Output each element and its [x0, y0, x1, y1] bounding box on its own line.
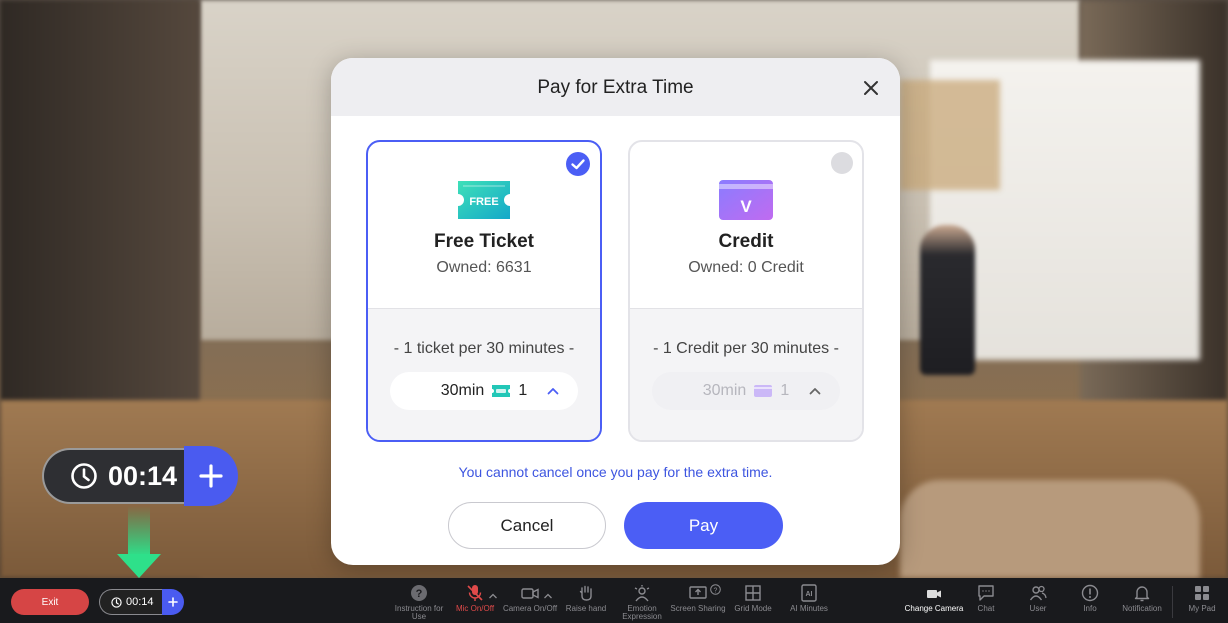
- avatar-figure: [920, 225, 975, 375]
- radio-unchecked[interactable]: [831, 152, 853, 174]
- warning-text: You cannot cancel once you pay for the e…: [458, 464, 773, 480]
- owned-count: Owned: 0 Credit: [688, 259, 804, 276]
- toolbar-my-pad[interactable]: My Pad: [1172, 584, 1228, 613]
- grid-icon: [745, 585, 761, 601]
- help-icon: ?: [710, 584, 721, 595]
- help-icon: ?: [411, 585, 427, 601]
- toolbar-info[interactable]: Info: [1060, 584, 1120, 613]
- close-icon[interactable]: [860, 77, 882, 99]
- timer-value: 00:14: [126, 596, 154, 608]
- users-icon: [1029, 585, 1047, 601]
- option-name: Credit: [718, 231, 774, 252]
- hand-icon: [579, 585, 592, 601]
- svg-text:?: ?: [714, 587, 718, 594]
- add-time-button[interactable]: [162, 589, 184, 615]
- quantity-value: 1: [518, 382, 528, 399]
- toolbar-emotion[interactable]: Emotion Expression: [612, 584, 672, 621]
- duration-value: 30min: [702, 382, 747, 399]
- toolbar-raise-hand[interactable]: Raise hand: [556, 584, 616, 613]
- ai-minutes-icon: AI: [801, 584, 817, 602]
- screen-share-icon: [689, 586, 707, 599]
- toolbar-grid-mode[interactable]: Grid Mode: [723, 584, 783, 613]
- clock-icon: [71, 463, 97, 489]
- camera-icon: [521, 588, 539, 599]
- emotion-icon: [634, 585, 650, 602]
- toolbar-notification[interactable]: Notification: [1112, 584, 1172, 613]
- owned-count: Owned: 6631: [436, 259, 532, 276]
- info-icon: [1081, 584, 1099, 602]
- arrow-down-icon: [117, 506, 161, 578]
- chevron-up-icon[interactable]: [488, 592, 498, 600]
- plus-icon: [199, 464, 223, 488]
- checkmark-icon: [566, 152, 590, 176]
- duration-stepper[interactable]: 30min 1: [652, 372, 840, 410]
- toolbar-change-camera[interactable]: Change Camera: [904, 584, 964, 613]
- toolbar-instruction[interactable]: ? Instruction for Use: [389, 584, 449, 621]
- clock-icon: [111, 596, 122, 608]
- toolbar-chat[interactable]: Chat: [956, 584, 1016, 613]
- svg-text:?: ?: [416, 588, 423, 600]
- credit-icon: V: [719, 180, 773, 220]
- pad-icon: [1195, 586, 1209, 600]
- plus-icon: [168, 597, 178, 607]
- svg-text:V: V: [740, 197, 752, 216]
- credit-option[interactable]: V Credit Owned: 0 Credit - 1 Credit per …: [628, 140, 864, 442]
- svg-text:AI: AI: [806, 591, 813, 598]
- dialog-title: Pay for Extra Time: [537, 77, 694, 98]
- free-ticket-icon: FREE: [458, 181, 510, 219]
- session-timer-small: 00:14: [99, 589, 184, 615]
- timer-value: 00:14: [108, 460, 178, 491]
- session-timer-large: 00:14: [42, 446, 238, 506]
- quantity-value: 1: [780, 382, 790, 399]
- duration-stepper[interactable]: 30min 1: [390, 372, 578, 410]
- dialog-header: Pay for Extra Time: [331, 58, 900, 116]
- cancel-button[interactable]: Cancel: [448, 502, 606, 549]
- duration-value: 30min: [440, 382, 485, 399]
- free-ticket-option[interactable]: FREE Free Ticket Owned: 6631 - 1 ticket …: [366, 140, 602, 442]
- rate-label: - 1 Credit per 30 minutes -: [653, 340, 839, 357]
- toolbar-user[interactable]: User: [1008, 584, 1068, 613]
- chat-icon: [978, 585, 994, 601]
- bell-icon: [1134, 586, 1150, 602]
- change-camera-icon: [927, 590, 941, 598]
- option-name: Free Ticket: [434, 231, 534, 252]
- chevron-up-icon[interactable]: [543, 592, 553, 600]
- add-time-button[interactable]: [184, 446, 238, 506]
- svg-text:FREE: FREE: [469, 196, 498, 208]
- credit-small-icon: [754, 385, 773, 397]
- pay-extra-time-dialog: Pay for Extra Time FREE Free Ticket Owne…: [331, 58, 900, 565]
- exit-button[interactable]: Exit: [11, 589, 89, 615]
- mic-off-icon: [467, 585, 483, 601]
- chevron-up-icon[interactable]: [546, 384, 560, 398]
- ticket-icon: [492, 385, 511, 397]
- pay-button[interactable]: Pay: [624, 502, 783, 549]
- toolbar-ai-minutes[interactable]: AI AI Minutes: [779, 584, 839, 613]
- chevron-up-icon[interactable]: [808, 384, 822, 398]
- rate-label: - 1 ticket per 30 minutes -: [393, 340, 575, 357]
